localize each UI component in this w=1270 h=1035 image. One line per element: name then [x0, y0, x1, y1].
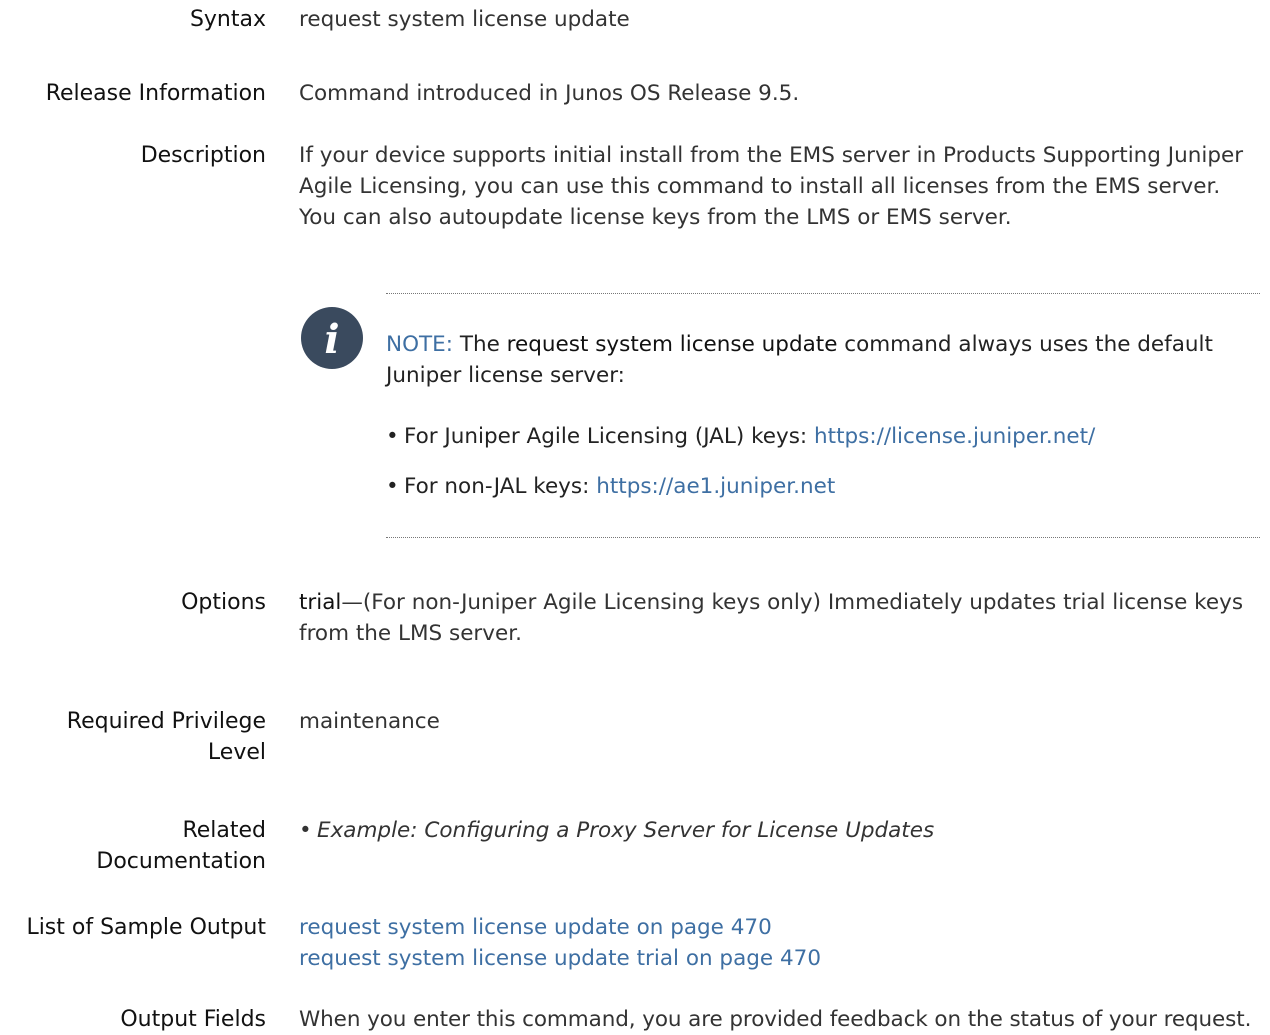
info-icon: i [301, 307, 363, 369]
note-post: command always uses the default [844, 332, 1213, 357]
option-trial: trial [299, 590, 342, 615]
jal-license-link[interactable]: https://license.juniper.net/ [814, 424, 1095, 449]
related-label-line: Documentation [96, 849, 266, 874]
note-bullet: • For non-JAL keys: https://ae1.juniper.n… [386, 474, 836, 499]
note-tag: NOTE: [386, 332, 453, 357]
note-command: request system license update [506, 332, 838, 357]
note-text: NOTE: The request system license update … [386, 329, 1262, 391]
options-label: Options [181, 590, 266, 615]
svg-text:i: i [324, 316, 339, 363]
description-line: If your device supports initial install … [299, 143, 1244, 168]
note-top-rule [386, 293, 1260, 294]
privilege-label-line: Required Privilege [66, 709, 266, 734]
option-trial-desc-line2: from the LMS server. [299, 621, 522, 646]
syntax-text: request system license update [299, 7, 630, 32]
output-fields-label: Output Fields [120, 1007, 266, 1032]
related-label-line: Related [182, 818, 266, 843]
output-fields-text: When you enter this command, you are pro… [299, 1007, 1252, 1032]
related-doc-link[interactable]: Example: Configuring a Proxy Server for … [317, 818, 934, 843]
description-line: Agile Licensing, you can use this comman… [299, 174, 1221, 199]
description-text: If your device supports initial install … [299, 140, 1259, 233]
release-label: Release Information [45, 81, 266, 106]
related-item[interactable]: • Example: Configuring a Proxy Server for… [299, 815, 1259, 846]
note-bullet: • For Juniper Agile Licensing (JAL) keys:… [386, 424, 1096, 449]
syntax-label: Syntax [189, 7, 266, 32]
release-text: Command introduced in Junos OS Release 9… [299, 81, 800, 106]
related-label: Related Documentation [16, 815, 266, 877]
note-pre: The [459, 332, 500, 357]
note-line2: Juniper license server: [386, 363, 625, 388]
privilege-label: Required Privilege Level [16, 706, 266, 768]
sample-output-link[interactable]: request system license update on page 47… [299, 915, 772, 940]
bullet-text: For Juniper Agile Licensing (JAL) keys: [404, 424, 808, 449]
sample-output-links: request system license update on page 47… [299, 912, 1259, 974]
bullet-text: For non-JAL keys: [404, 474, 590, 499]
option-trial-desc: —(For non-Juniper Agile Licensing keys o… [341, 590, 1244, 615]
sample-output-label: List of Sample Output [26, 915, 266, 940]
note-bottom-rule [386, 537, 1260, 538]
privilege-label-line: Level [207, 740, 266, 765]
description-line: You can also autoupdate license keys fro… [299, 205, 1012, 230]
sample-output-link[interactable]: request system license update trial on p… [299, 946, 821, 971]
options-text: trial—(For non-Juniper Agile Licensing k… [299, 587, 1259, 649]
description-label: Description [140, 143, 266, 168]
non-jal-license-link[interactable]: https://ae1.juniper.net [596, 474, 835, 499]
privilege-text: maintenance [299, 709, 440, 734]
